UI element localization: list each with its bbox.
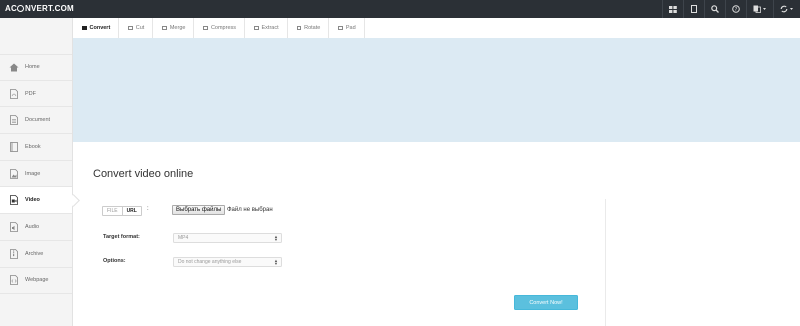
refresh-icon[interactable] [773, 0, 800, 18]
tab-convert[interactable]: Convert [73, 18, 120, 38]
search-icon[interactable] [704, 0, 725, 18]
checkbox-icon [203, 25, 208, 31]
sidebar-item-label: Audio [25, 223, 40, 230]
tab-extract[interactable]: Extract [245, 18, 288, 38]
language-icon[interactable] [746, 0, 773, 18]
audio-file-icon [9, 221, 19, 232]
select-arrows-icon: ▲ ▼ [274, 234, 278, 242]
tab-merge[interactable]: Merge [153, 18, 195, 38]
checkbox-icon [254, 25, 259, 31]
options-select[interactable]: Do not change anything else ▲ ▼ [173, 257, 282, 267]
source-file-option[interactable]: FILE [103, 207, 122, 215]
sidebar-item-label: Webpage [25, 277, 49, 284]
sidebar-item-archive[interactable]: Archive [0, 241, 72, 268]
logo-ring-icon [17, 5, 25, 12]
sidebar-item-home[interactable]: Home [0, 54, 72, 81]
category-sidebar: Home PDF Document Ebook Image Video Audi… [0, 18, 73, 326]
convert-now-button[interactable]: Convert Now! [514, 295, 578, 310]
choose-file-button[interactable]: Выбрать файлы [172, 205, 226, 215]
sidebar-item-label: Archive [25, 250, 44, 257]
sidebar-item-label: Home [25, 64, 40, 71]
options-value: Do not change anything else [178, 259, 242, 265]
file-status-text: Файл не выбран [227, 207, 273, 213]
tab-pad[interactable]: Pad [329, 18, 365, 38]
webpage-file-icon [9, 275, 19, 286]
checkbox-icon [128, 25, 133, 31]
top-navbar: AC NVERT.COM ? [0, 0, 800, 18]
help-icon[interactable]: ? [725, 0, 746, 18]
bookmark-icon[interactable] [683, 0, 704, 18]
checkbox-icon [338, 25, 343, 31]
select-arrows-icon: ▲ ▼ [274, 258, 278, 266]
options-label: Options: [103, 258, 126, 264]
tool-tabs: Convert Cut Merge Compress Extract Rotat… [73, 18, 365, 38]
grid-icon[interactable] [662, 0, 683, 18]
banner-area [73, 38, 800, 142]
sidebar-item-ebook[interactable]: Ebook [0, 134, 72, 161]
document-file-icon [9, 115, 19, 126]
checkbox-icon [82, 25, 87, 31]
source-colon: : [147, 206, 149, 212]
pdf-file-icon [9, 88, 19, 99]
sidebar-item-image[interactable]: Image [0, 161, 72, 188]
sidebar-item-label: Image [25, 170, 41, 177]
tab-compress[interactable]: Compress [194, 18, 245, 38]
sidebar-item-label: Ebook [25, 143, 41, 150]
source-url-option[interactable]: URL [121, 207, 141, 215]
tab-cut[interactable]: Cut [119, 18, 154, 38]
checkbox-icon [296, 25, 302, 31]
target-format-value: MP4 [178, 235, 189, 241]
target-format-label: Target format: [103, 234, 140, 240]
target-format-select[interactable]: MP4 ▲ ▼ [173, 233, 282, 243]
source-toggle: FILE URL [102, 206, 142, 216]
sidebar-item-audio[interactable]: Audio [0, 214, 72, 241]
sidebar-item-document[interactable]: Document [0, 107, 72, 135]
svg-text:?: ? [735, 7, 738, 13]
tab-rotate[interactable]: Rotate [287, 18, 330, 38]
ebook-icon [9, 141, 19, 152]
sidebar-item-label: PDF [25, 90, 36, 97]
sidebar-item-label: Document [25, 117, 51, 124]
page-title: Convert video online [93, 168, 194, 180]
home-icon [9, 62, 19, 73]
image-file-icon [9, 168, 19, 179]
sidebar-item-video[interactable]: Video [0, 187, 72, 215]
sidebar-item-webpage[interactable]: Webpage [0, 268, 72, 295]
archive-file-icon [9, 248, 19, 259]
sidebar-item-label: Video [25, 197, 40, 204]
sidebar-item-pdf[interactable]: PDF [0, 81, 72, 108]
convert-form: FILE URL : Выбрать файлы Файл не выбран … [93, 199, 606, 326]
checkbox-icon [162, 25, 167, 31]
site-logo[interactable]: AC NVERT.COM [5, 2, 74, 16]
video-file-icon [9, 195, 19, 206]
